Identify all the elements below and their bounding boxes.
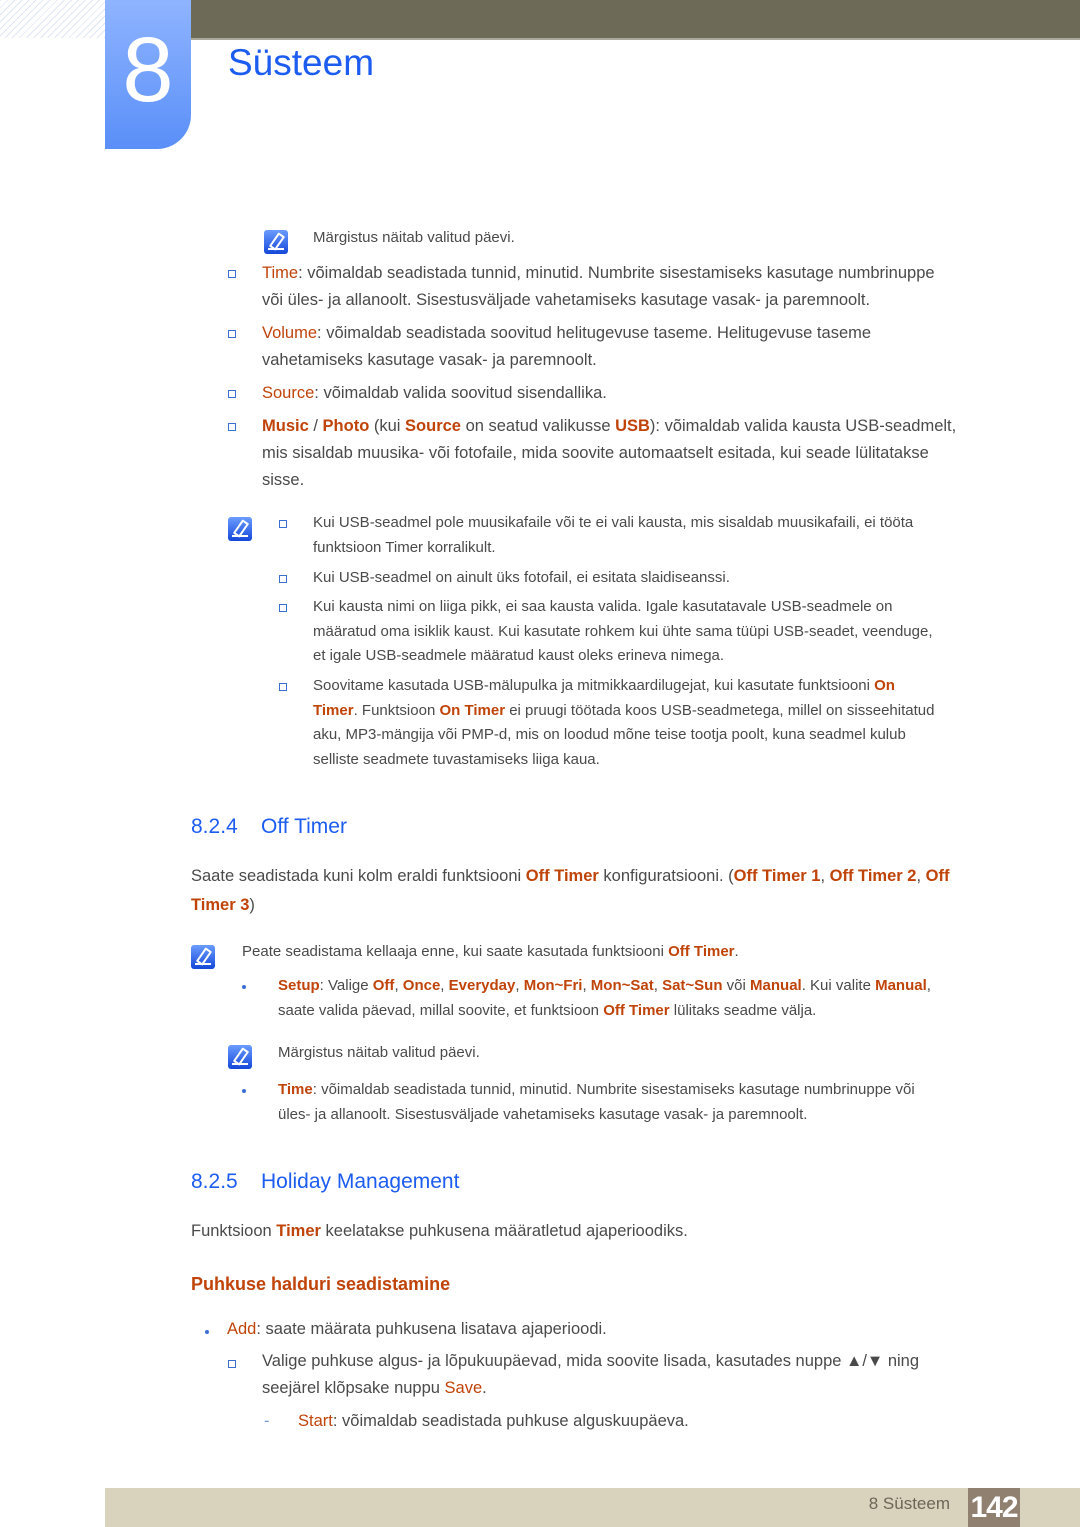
list-item-add: Add: saate määrata puhkusena lisatava aj… [227, 1320, 607, 1338]
subheading-holiday-setup: Puhkuse halduri seadistamine [191, 1274, 451, 1294]
list-item-volume: Volume: võimaldab seadistada soovitud he… [262, 324, 872, 369]
list-item-time: Time: võimaldab seadistada tunnid, minut… [278, 1081, 915, 1123]
term-volume: Volume [262, 324, 318, 342]
off-timer-paragraph: Saate seadistada kuni kolm eraldi funkts… [191, 867, 950, 914]
square-bullet-icon [228, 270, 236, 278]
list-item-setup: Setup: Valige Off, Once, Everyday, Mon~F… [278, 977, 931, 1019]
term-source: Source [262, 384, 315, 402]
list-item-music-photo: Music / Photo (kui Source on seatud vali… [262, 417, 957, 489]
note-icon [228, 1045, 252, 1069]
note-icon [228, 517, 252, 541]
note-item: Soovitame kasutada USB-mälupulka ja mitm… [313, 677, 935, 768]
square-bullet-icon [228, 1360, 236, 1368]
list-item-select-dates: Valige puhkuse algus- ja lõpukuupäevad, … [262, 1352, 920, 1397]
footer-chapter-label: 8 Süsteem [868, 1494, 950, 1513]
chapter-number-badge: 8 [105, 0, 191, 149]
list-item-source: Source: võimaldab valida soovitud sisend… [262, 384, 607, 402]
header-bar [190, 0, 1080, 40]
square-bullet-icon [279, 575, 287, 583]
note-icon [191, 945, 215, 969]
note-icon [264, 230, 288, 254]
note-text: Märgistus näitab valitud päevi. [278, 1044, 480, 1061]
square-bullet-icon [279, 520, 287, 528]
note-text: Peate seadistama kellaaja enne, kui saat… [242, 943, 739, 960]
square-bullet-icon [228, 330, 236, 338]
note-item: Kui USB-seadmel on ainult üks fotofail, … [313, 569, 730, 586]
note-text: Märgistus näitab valitud päevi. [313, 229, 515, 246]
round-bullet-icon [242, 1089, 246, 1093]
holiday-paragraph: Funktsioon Timer keelatakse puhkusena mä… [191, 1222, 688, 1240]
chapter-title: Süsteem [228, 42, 375, 83]
footer-bar: 8 Süsteem [105, 1488, 1080, 1527]
page-number: 142 [968, 1488, 1020, 1527]
round-bullet-icon [205, 1330, 209, 1334]
dash-bullet: - [264, 1412, 270, 1430]
square-bullet-icon [228, 390, 236, 398]
section-heading-holiday-management: 8.2.5 Holiday Management [191, 1170, 460, 1193]
header-hatch-decoration [0, 0, 105, 38]
note-item: Kui kausta nimi on liiga pikk, ei saa ka… [313, 598, 933, 664]
square-bullet-icon [279, 683, 287, 691]
square-bullet-icon [228, 423, 236, 431]
list-item-time: Time: võimaldab seadistada tunnid, minut… [262, 264, 935, 309]
square-bullet-icon [279, 604, 287, 612]
section-heading-off-timer: 8.2.4 Off Timer [191, 815, 347, 838]
term-time: Time [262, 264, 299, 282]
list-item-start: Start: võimaldab seadistada puhkuse algu… [298, 1412, 689, 1430]
note-item: Kui USB-seadmel pole muusikafaile või te… [313, 514, 914, 556]
round-bullet-icon [242, 985, 246, 989]
